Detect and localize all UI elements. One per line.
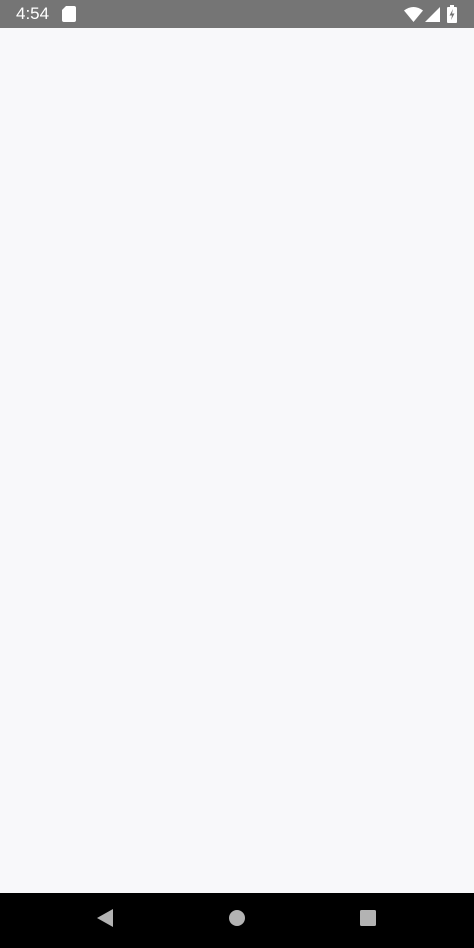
battery-charging-icon xyxy=(447,5,457,23)
app-content-area xyxy=(0,28,474,893)
status-bar: 4:54 xyxy=(0,0,474,28)
sd-card-icon xyxy=(62,6,76,22)
back-icon xyxy=(96,908,114,933)
cell-signal-icon xyxy=(425,7,440,22)
home-icon xyxy=(228,909,246,932)
navigation-bar xyxy=(0,893,474,948)
recents-button[interactable] xyxy=(336,893,400,948)
recents-icon xyxy=(359,909,377,932)
status-time: 4:54 xyxy=(16,4,50,23)
home-button[interactable] xyxy=(205,893,269,948)
wifi-icon xyxy=(404,7,423,22)
back-button[interactable] xyxy=(73,893,137,948)
